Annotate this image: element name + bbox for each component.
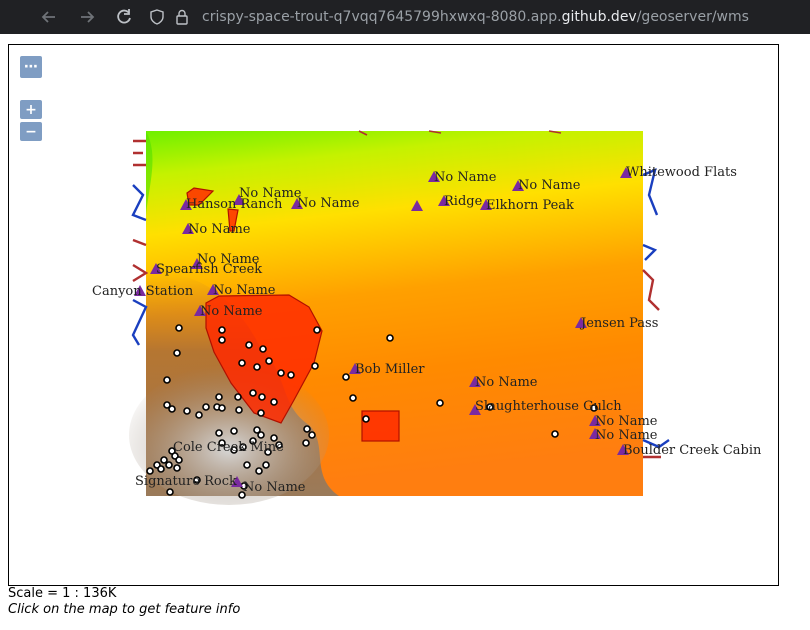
plus-icon: +: [25, 101, 37, 118]
scale-text: Scale = 1 : 136K: [8, 586, 117, 601]
point-marker[interactable]: [243, 461, 251, 469]
point-marker[interactable]: [270, 398, 278, 406]
road-segment: [133, 139, 146, 167]
map-label: No Name: [475, 375, 538, 390]
point-marker[interactable]: [302, 439, 310, 447]
map-label: No Name: [243, 480, 306, 495]
road-segment: [642, 269, 660, 311]
browser-toolbar: crispy-space-trout-q7vqq7645799hxwxq-808…: [0, 0, 810, 34]
address-bar[interactable]: crispy-space-trout-q7vqq7645799hxwxq-808…: [140, 3, 810, 31]
point-marker[interactable]: [234, 393, 242, 401]
river-segment: [642, 243, 658, 261]
point-marker[interactable]: [218, 326, 226, 334]
point-marker[interactable]: [259, 345, 267, 353]
point-marker[interactable]: [202, 403, 210, 411]
forward-arrow-icon[interactable]: [76, 6, 98, 28]
polygon-feature[interactable]: [361, 410, 400, 442]
point-marker[interactable]: [160, 456, 168, 464]
point-marker[interactable]: [238, 359, 246, 367]
point-marker[interactable]: [265, 357, 273, 365]
map-label: No Name: [434, 170, 497, 185]
river-segment: [131, 298, 148, 346]
point-marker[interactable]: [308, 431, 316, 439]
map-label: Spearfish Creek: [156, 262, 262, 277]
point-marker[interactable]: [311, 362, 319, 370]
map-label: No Name: [200, 304, 263, 319]
point-marker[interactable]: [168, 405, 176, 413]
map-label: Bob Miller: [355, 362, 425, 377]
reload-icon[interactable]: [113, 6, 135, 28]
map-label: Whitewood Flats: [626, 165, 737, 180]
map-label: No Name: [188, 222, 251, 237]
map-label: Slaughterhouse Gulch: [475, 399, 622, 414]
point-marker[interactable]: [245, 341, 253, 349]
point-marker[interactable]: [257, 431, 265, 439]
point-marker[interactable]: [342, 373, 350, 381]
url-text: crispy-space-trout-q7vqq7645799hxwxq-808…: [202, 8, 749, 26]
point-marker[interactable]: [165, 461, 173, 469]
point-marker[interactable]: [163, 376, 171, 384]
map-label: No Name: [518, 178, 581, 193]
map-viewport[interactable]: Whitewood Flats No Name No Name Hanson R…: [8, 44, 779, 586]
lock-icon: [176, 9, 188, 29]
map-label: Cole Creek Mine: [173, 440, 284, 455]
map-label: Elkhorn Peak: [486, 198, 574, 213]
point-marker[interactable]: [218, 404, 226, 412]
map-label: No Name: [595, 428, 658, 443]
map-label: Canyon Station: [92, 284, 194, 299]
point-marker[interactable]: [277, 369, 285, 377]
zoom-in-button[interactable]: +: [20, 100, 42, 119]
river-segment: [131, 184, 147, 222]
point-marker[interactable]: [175, 324, 183, 332]
point-marker[interactable]: [258, 393, 266, 401]
map-canvas[interactable]: Whitewood Flats No Name No Name Hanson R…: [9, 45, 778, 585]
point-marker[interactable]: [255, 467, 263, 475]
map-label: Ridge: [444, 194, 483, 209]
point-marker[interactable]: [175, 456, 183, 464]
zoom-out-button[interactable]: −: [20, 122, 42, 141]
point-marker[interactable]: [253, 363, 261, 371]
layer-menu-button[interactable]: ⋯: [20, 56, 42, 78]
map-label: No Name: [297, 196, 360, 211]
point-marker[interactable]: [215, 429, 223, 437]
point-marker[interactable]: [183, 407, 191, 415]
point-marker[interactable]: [218, 336, 226, 344]
point-marker[interactable]: [349, 394, 357, 402]
point-marker[interactable]: [249, 389, 257, 397]
point-marker[interactable]: [157, 465, 165, 473]
point-marker[interactable]: [551, 430, 559, 438]
point-marker[interactable]: [195, 411, 203, 419]
url-domain: github.dev: [561, 9, 637, 25]
map-label: Signature Rock: [135, 474, 237, 489]
back-arrow-icon[interactable]: [38, 6, 60, 28]
point-marker[interactable]: [230, 427, 238, 435]
point-marker[interactable]: [386, 334, 394, 342]
point-marker[interactable]: [436, 399, 444, 407]
point-marker[interactable]: [362, 415, 370, 423]
url-prefix: crispy-space-trout-q7vqq7645799hxwxq-808…: [202, 9, 562, 25]
road-segment: [132, 238, 149, 283]
point-marker[interactable]: [287, 371, 295, 379]
feature-info-hint: Click on the map to get feature info: [8, 602, 241, 617]
point-marker[interactable]: [215, 393, 223, 401]
map-label: No Name: [595, 414, 658, 429]
point-marker[interactable]: [173, 349, 181, 357]
minus-icon: −: [25, 123, 37, 140]
url-path: /geoserver/wms: [636, 9, 749, 25]
map-label: Jensen Pass: [579, 316, 658, 331]
map-label: No Name: [213, 283, 276, 298]
map-label: No Name: [239, 186, 302, 201]
point-marker[interactable]: [173, 464, 181, 472]
point-marker[interactable]: [257, 409, 265, 417]
point-marker[interactable]: [235, 406, 243, 414]
point-marker[interactable]: [303, 425, 311, 433]
point-marker[interactable]: [262, 461, 270, 469]
shield-icon: [150, 9, 164, 29]
point-marker[interactable]: [166, 488, 174, 496]
map-label: Boulder Creek Cabin: [623, 443, 762, 458]
menu-dots-icon: ⋯: [24, 59, 38, 75]
point-marker[interactable]: [313, 326, 321, 334]
